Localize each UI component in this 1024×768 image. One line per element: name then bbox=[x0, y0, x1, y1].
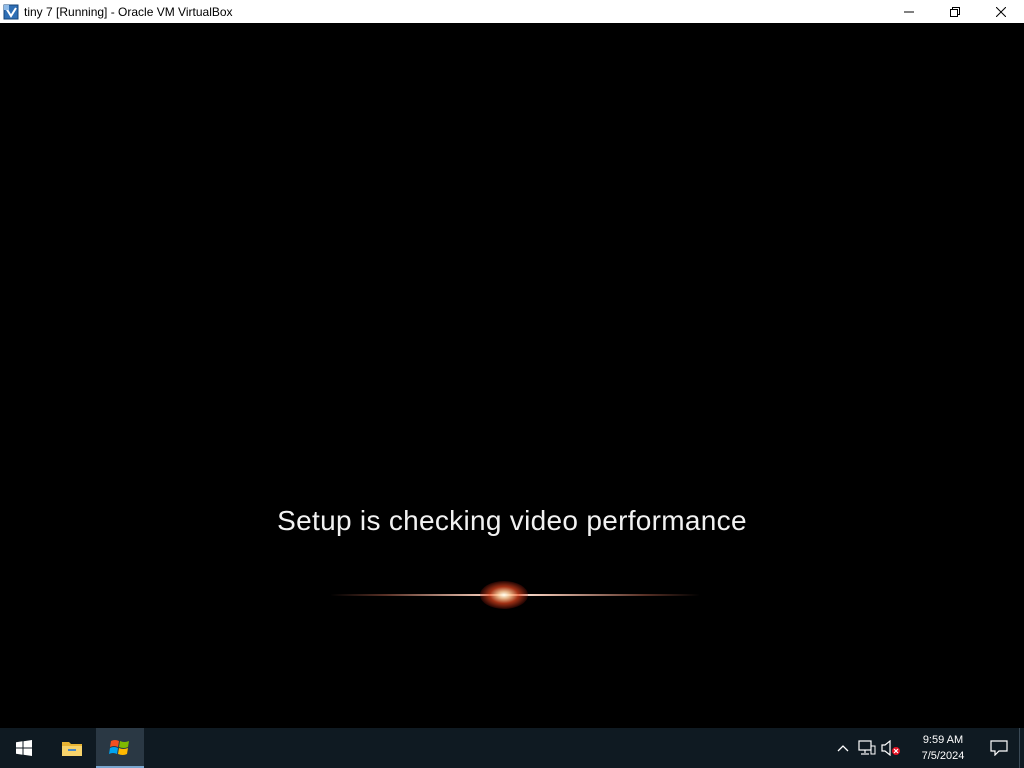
minimize-button[interactable] bbox=[886, 0, 932, 23]
network-icon bbox=[858, 740, 876, 755]
minimize-icon bbox=[904, 11, 914, 12]
show-hidden-icons-button[interactable] bbox=[831, 728, 855, 768]
progress-glow-indicator bbox=[330, 581, 700, 609]
chevron-up-icon bbox=[837, 745, 849, 752]
network-tray-button[interactable] bbox=[855, 728, 879, 768]
virtualbox-icon bbox=[3, 4, 19, 20]
clock-date: 7/5/2024 bbox=[921, 750, 965, 762]
glow-core bbox=[480, 581, 528, 609]
action-center-icon bbox=[990, 740, 1008, 756]
taskbar-file-explorer[interactable] bbox=[48, 728, 96, 768]
window-controls bbox=[886, 0, 1024, 23]
taskbar: 9:59 AM 7/5/2024 bbox=[0, 728, 1024, 768]
volume-tray-button[interactable] bbox=[879, 728, 903, 768]
close-icon bbox=[996, 6, 1006, 17]
system-tray: 9:59 AM 7/5/2024 bbox=[831, 728, 1024, 768]
taskbar-clock[interactable]: 9:59 AM 7/5/2024 bbox=[907, 728, 979, 768]
restore-icon bbox=[950, 6, 960, 17]
vm-display[interactable]: Setup is checking video performance bbox=[0, 23, 1024, 728]
window-titlebar[interactable]: tiny 7 [Running] - Oracle VM VirtualBox bbox=[0, 0, 1024, 23]
action-center-button[interactable] bbox=[979, 728, 1019, 768]
window-title: tiny 7 [Running] - Oracle VM VirtualBox bbox=[24, 4, 233, 19]
start-button[interactable] bbox=[0, 728, 48, 768]
taskbar-virtualbox-vm[interactable] bbox=[96, 728, 144, 768]
windows7-flag-icon bbox=[109, 740, 129, 755]
volume-muted-icon bbox=[881, 740, 900, 756]
restore-button[interactable] bbox=[932, 0, 978, 23]
windows-start-icon bbox=[16, 740, 32, 756]
close-button[interactable] bbox=[978, 0, 1024, 23]
setup-status-message: Setup is checking video performance bbox=[277, 505, 747, 536]
folder-icon bbox=[62, 742, 82, 756]
clock-time: 9:59 AM bbox=[922, 734, 964, 746]
show-desktop-button[interactable] bbox=[1019, 728, 1024, 768]
